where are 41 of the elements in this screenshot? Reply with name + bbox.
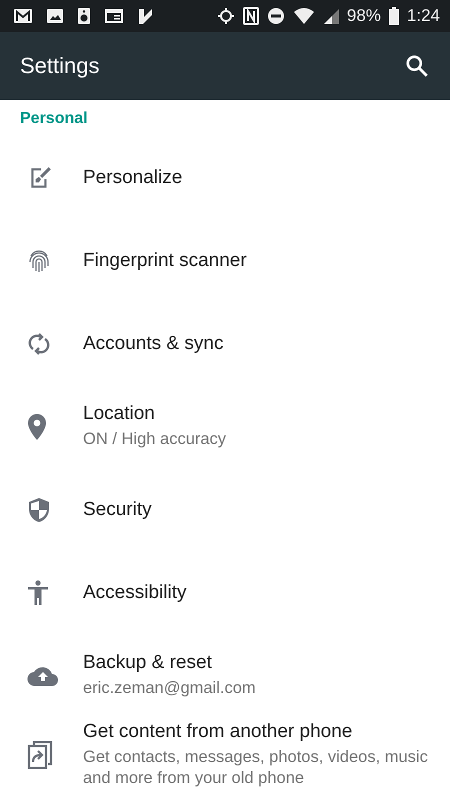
sync-icon [27,330,51,356]
fingerprint-icon [27,248,51,274]
image-icon [46,8,64,24]
item-summary: ON / High accuracy [83,429,226,450]
settings-item[interactable]: Location ON / High accuracy [0,385,450,468]
item-summary: Get contacts, messages, photos, videos, music and more from your old phone [83,747,429,788]
speaker-icon [77,7,91,25]
shield-icon [27,496,51,522]
screen-title: Settings [20,53,100,79]
item-title: Personalize [83,166,182,188]
settings-item[interactable]: Accessibility [0,551,450,634]
item-title: Fingerprint scanner [83,250,247,272]
battery-icon [388,7,399,25]
nfc-icon [242,7,259,25]
item-title: Backup & reset [83,652,213,674]
calendar-icon [104,8,124,24]
item-title: Get content from another phone [83,721,354,743]
transfer-icon [27,740,53,769]
location-pin-icon [27,414,47,440]
settings-item[interactable]: Backup & reset eric.zeman@gmail.com [0,634,450,717]
do-not-disturb-icon [266,7,285,25]
section-header: Personal [19,109,89,129]
item-title: Security [83,498,152,520]
location-target-icon [216,7,235,25]
item-title: Accessibility [83,582,186,604]
signal-icon [322,8,339,24]
item-summary: eric.zeman@gmail.com [83,678,256,699]
item-title: Location [83,403,156,426]
cloud-upload-icon [27,664,59,686]
settings-item[interactable]: Accounts & sync [0,302,450,385]
search-icon[interactable] [404,53,430,79]
mail-icon [13,8,33,24]
settings-item[interactable]: Fingerprint scanner [0,219,450,302]
battery-percent: 98% [346,6,381,26]
settings-item[interactable]: Security [0,468,450,551]
accessibility-icon [27,580,49,606]
clock: 1:24 [406,6,440,26]
item-title: Accounts & sync [83,332,224,354]
wifi-icon [292,8,315,24]
settings-item[interactable]: Get content from another phone Get contacts, messages, photos, videos, music and more from your old phone [0,717,450,788]
settings-item[interactable]: Personalize [0,136,450,219]
